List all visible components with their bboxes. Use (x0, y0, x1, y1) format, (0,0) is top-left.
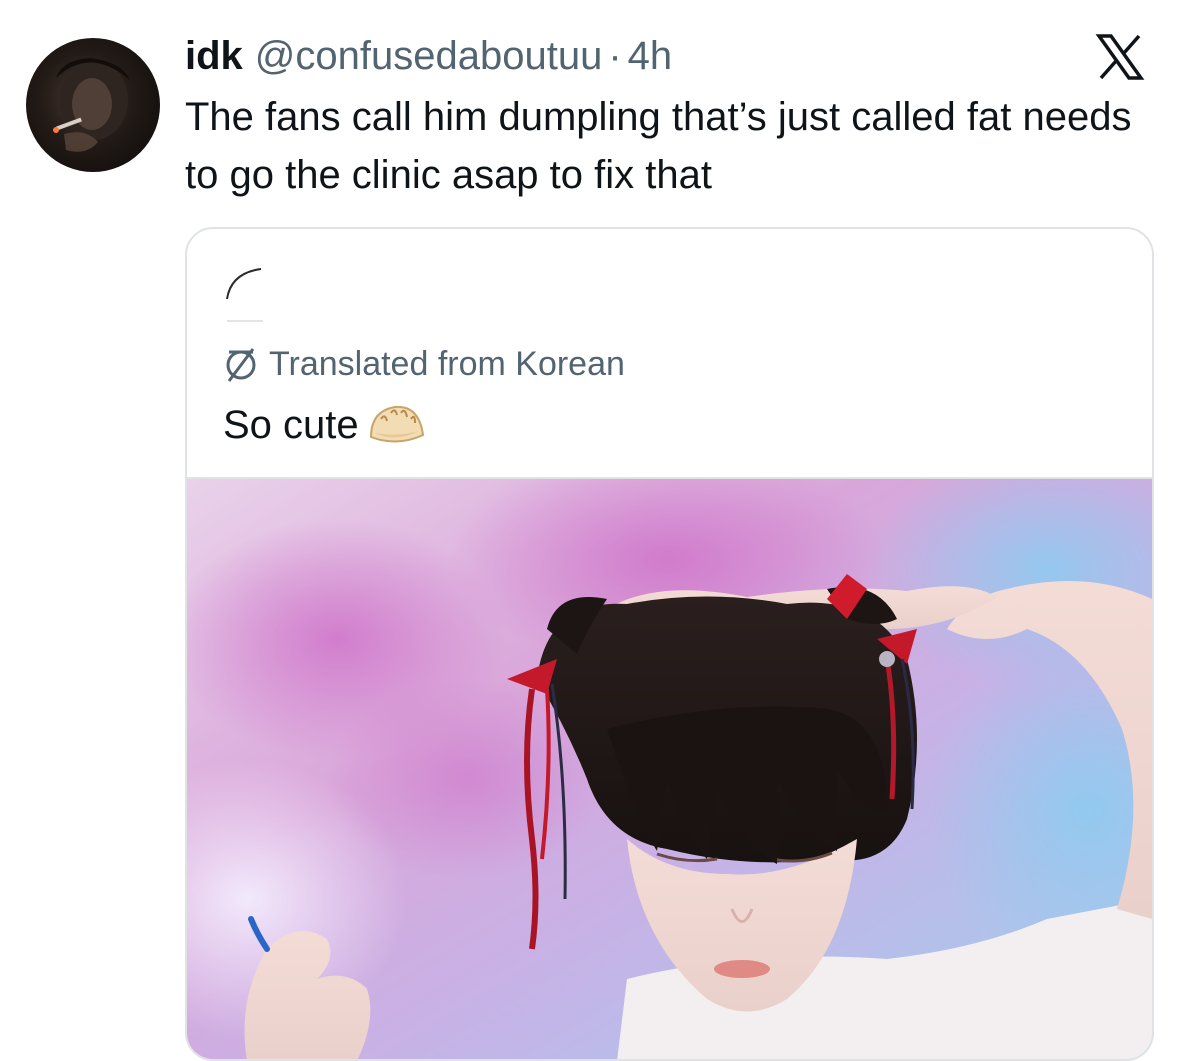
photo-image (187, 479, 1152, 1059)
quoted-tweet-photo[interactable] (187, 477, 1152, 1059)
tweet-text: The fans call him dumpling that’s just c… (185, 95, 1132, 197)
handle[interactable]: @confusedaboutuu (255, 30, 603, 82)
quote-text-label: So cute (223, 403, 359, 447)
tweet-header: idk @confusedaboutuu · 4h (185, 30, 672, 82)
redacted-author-avatar (223, 265, 263, 323)
separator-dot: · (608, 34, 622, 78)
translate-globe-icon (226, 348, 256, 382)
x-logo-icon[interactable] (1095, 32, 1145, 82)
timestamp[interactable]: 4h (628, 30, 673, 82)
avatar-photo-icon (53, 58, 130, 152)
quoted-tweet-card[interactable]: Translated from Korean So cute (185, 227, 1154, 1061)
translation-notice[interactable]: Translated from Korean (223, 341, 625, 387)
dumpling-emoji (369, 405, 424, 443)
avatar[interactable] (26, 38, 160, 172)
display-name[interactable]: idk (185, 30, 243, 82)
translated-label: Translated from Korean (269, 345, 625, 383)
quoted-tweet-text: So cute (223, 397, 425, 453)
